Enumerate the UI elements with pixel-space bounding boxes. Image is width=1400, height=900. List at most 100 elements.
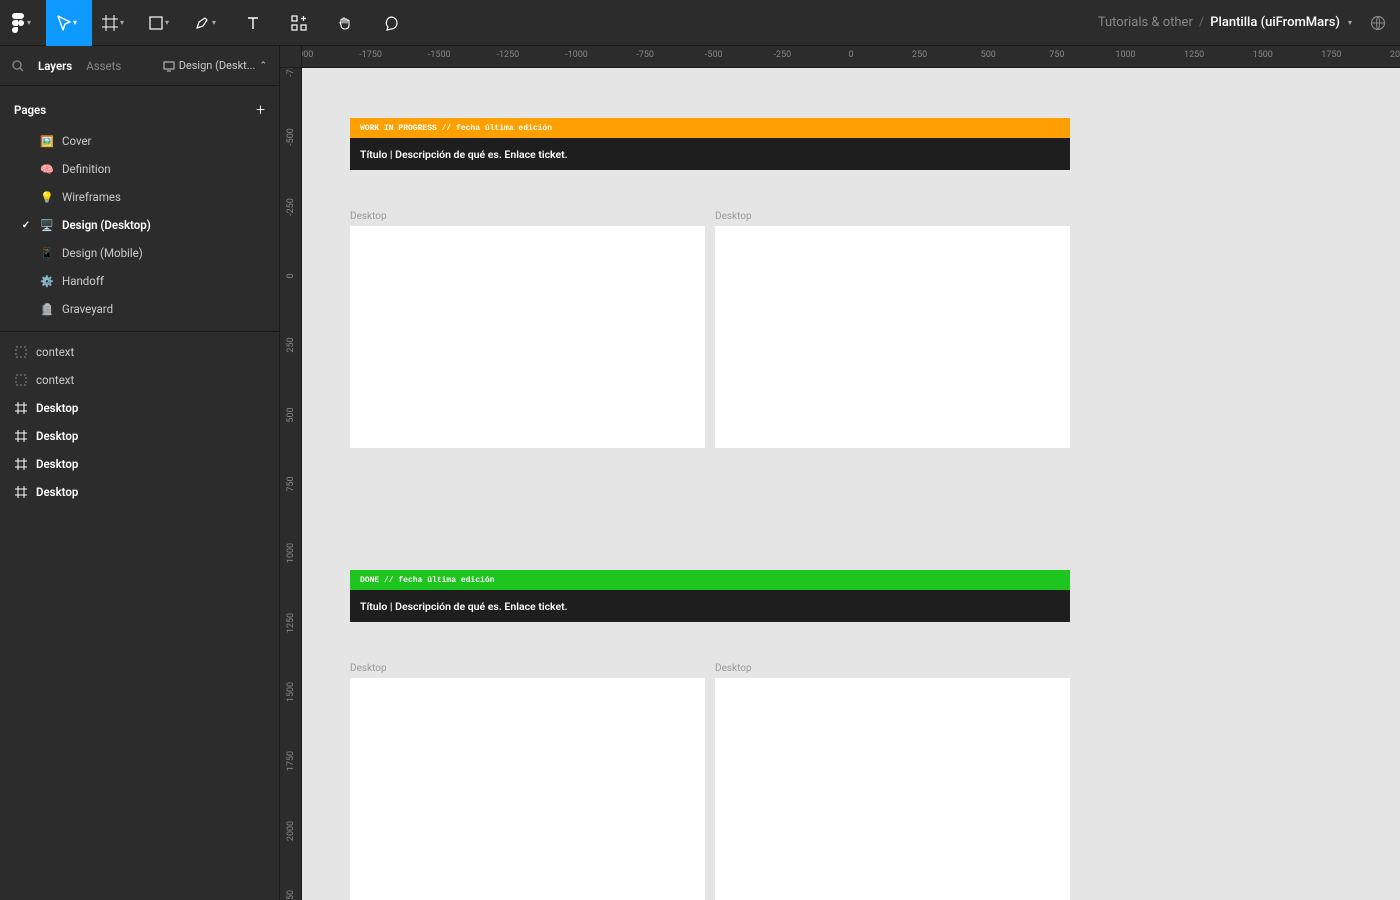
page-selector-label: Design (Deskt... (179, 59, 256, 72)
tab-assets[interactable]: Assets (86, 59, 121, 73)
ruler-tick: -1000 (565, 50, 588, 60)
page-emoji-icon: 💡 (40, 191, 54, 204)
context-section-done[interactable]: DONE // fecha última edición Título | De… (350, 570, 1070, 622)
resources-tool-button[interactable] (276, 0, 322, 46)
pages-list: 🖼️Cover🧠Definition💡Wireframes✓🖥️Design (… (0, 127, 279, 323)
resources-icon (291, 15, 307, 31)
page-selector-dropdown[interactable]: Design (Deskt... ⌃ (163, 59, 267, 72)
page-emoji-icon: 🪦 (40, 303, 54, 316)
ruler-tick: 750 (1049, 50, 1064, 60)
text-tool-button[interactable] (230, 0, 276, 46)
ruler-tick: 1750 (1321, 50, 1341, 60)
layer-item[interactable]: Desktop (0, 422, 279, 450)
ruler-tick: 1500 (286, 682, 296, 702)
ruler-tick: 0 (286, 273, 296, 278)
frame-label[interactable]: Desktop (350, 663, 387, 674)
figma-menu-button[interactable]: ▾ (0, 0, 46, 46)
pen-icon (194, 15, 210, 31)
layer-item[interactable]: context (0, 366, 279, 394)
page-item[interactable]: ✓🖥️Design (Desktop) (0, 211, 279, 239)
page-item[interactable]: 💡Wireframes (0, 183, 279, 211)
ruler-tick: 2000 (286, 821, 296, 841)
page-emoji-icon: ⚙️ (40, 275, 54, 288)
page-emoji-icon: 🧠 (40, 163, 54, 176)
frame-icon (14, 457, 28, 471)
frame-tool-button[interactable]: ▾ (92, 0, 138, 46)
page-item[interactable]: 📱 Design (Mobile) (0, 239, 279, 267)
title-bar-wip: Título | Descripción de qué es. Enlace t… (350, 138, 1070, 170)
page-emoji-icon: 🖥️ (40, 219, 54, 232)
context-section-wip[interactable]: WORK IN PROGRESS // fecha última edición… (350, 118, 1070, 170)
page-label: Design (Desktop) (62, 218, 151, 232)
chevron-up-icon: ⌃ (259, 61, 267, 71)
ruler-tick: 0 (848, 50, 853, 60)
frame-label[interactable]: Desktop (350, 211, 387, 222)
breadcrumb-separator: / (1199, 15, 1204, 30)
shape-tool-button[interactable]: ▾ (138, 0, 184, 46)
layer-label: Desktop (36, 485, 78, 499)
layer-item[interactable]: Desktop (0, 478, 279, 506)
ruler-tick: -1250 (497, 50, 520, 60)
ruler-tick: 1000 (1115, 50, 1135, 60)
page-label: Design (Mobile) (62, 246, 143, 260)
comment-tool-button[interactable] (368, 0, 414, 46)
page-label: Definition (62, 162, 111, 176)
horizontal-ruler: -2000-1750-1500-1250-1000-750-500-250025… (302, 46, 1400, 68)
frame-label[interactable]: Desktop (715, 211, 752, 222)
ruler-tick: 1250 (1184, 50, 1204, 60)
multiplayer-icon[interactable] (1370, 15, 1386, 31)
frame-desktop[interactable] (350, 678, 705, 900)
page-label: Graveyard (62, 302, 113, 316)
vertical-ruler: -750-500-2500250500750100012501500175020… (280, 68, 302, 900)
chevron-down-icon[interactable]: ▾ (1348, 18, 1352, 27)
canvas-viewport[interactable]: -2000-1750-1500-1250-1000-750-500-250025… (280, 46, 1400, 900)
breadcrumb-project[interactable]: Tutorials & other (1098, 15, 1193, 30)
hand-icon (337, 15, 353, 31)
layer-item[interactable]: Desktop (0, 450, 279, 478)
move-tool-button[interactable]: ▾ (46, 0, 92, 46)
page-emoji-icon: 📱 (40, 247, 54, 260)
ruler-tick: -250 (774, 50, 792, 60)
ruler-tick: -1500 (428, 50, 451, 60)
ruler-tick: 500 (286, 407, 296, 422)
frame-label[interactable]: Desktop (715, 663, 752, 674)
frame-desktop[interactable] (715, 226, 1070, 448)
page-item[interactable]: ⚙️Handoff (0, 267, 279, 295)
pages-section: Pages + 🖼️Cover🧠Definition💡Wireframes✓🖥️… (0, 86, 279, 332)
page-item[interactable]: 🧠 Definition (0, 155, 279, 183)
page-item[interactable]: 🪦 Graveyard (0, 295, 279, 323)
section-icon (14, 345, 28, 359)
chevron-down-icon: ▾ (27, 18, 31, 27)
page-label: Cover (62, 134, 91, 148)
top-toolbar: ▾ ▾ ▾ ▾ ▾ (0, 0, 1400, 46)
chevron-down-icon: ▾ (120, 18, 124, 27)
layer-item[interactable]: Desktop (0, 394, 279, 422)
ruler-tick: -1750 (359, 50, 382, 60)
ruler-tick: 1250 (286, 613, 296, 633)
pen-tool-button[interactable]: ▾ (184, 0, 230, 46)
frame-icon (14, 429, 28, 443)
pages-header: Pages + (0, 94, 279, 127)
frame-desktop[interactable] (350, 226, 705, 448)
status-bar-done: DONE // fecha última edición (350, 570, 1070, 590)
frame-icon (14, 401, 28, 415)
desktop-icon (163, 60, 175, 72)
hand-tool-button[interactable] (322, 0, 368, 46)
frame-icon (102, 15, 118, 31)
frame-desktop[interactable] (715, 678, 1070, 900)
canvas[interactable]: WORK IN PROGRESS // fecha última edición… (302, 68, 1400, 900)
layer-label: Desktop (36, 429, 78, 443)
add-page-button[interactable]: + (256, 100, 265, 119)
pages-title: Pages (14, 103, 46, 117)
tab-layers[interactable]: Layers (38, 59, 72, 73)
search-icon[interactable] (12, 60, 24, 72)
page-item[interactable]: 🖼️ Cover (0, 127, 279, 155)
breadcrumb[interactable]: Tutorials & other / Plantilla (uiFromMar… (1098, 15, 1352, 30)
layer-item[interactable]: context (0, 338, 279, 366)
breadcrumb-file[interactable]: Plantilla (uiFromMars) (1210, 15, 1340, 30)
figma-logo-icon (11, 13, 25, 33)
cursor-icon (57, 15, 71, 31)
section-icon (14, 373, 28, 387)
text-icon (246, 16, 260, 30)
page-emoji-icon: 🖼️ (40, 135, 54, 148)
